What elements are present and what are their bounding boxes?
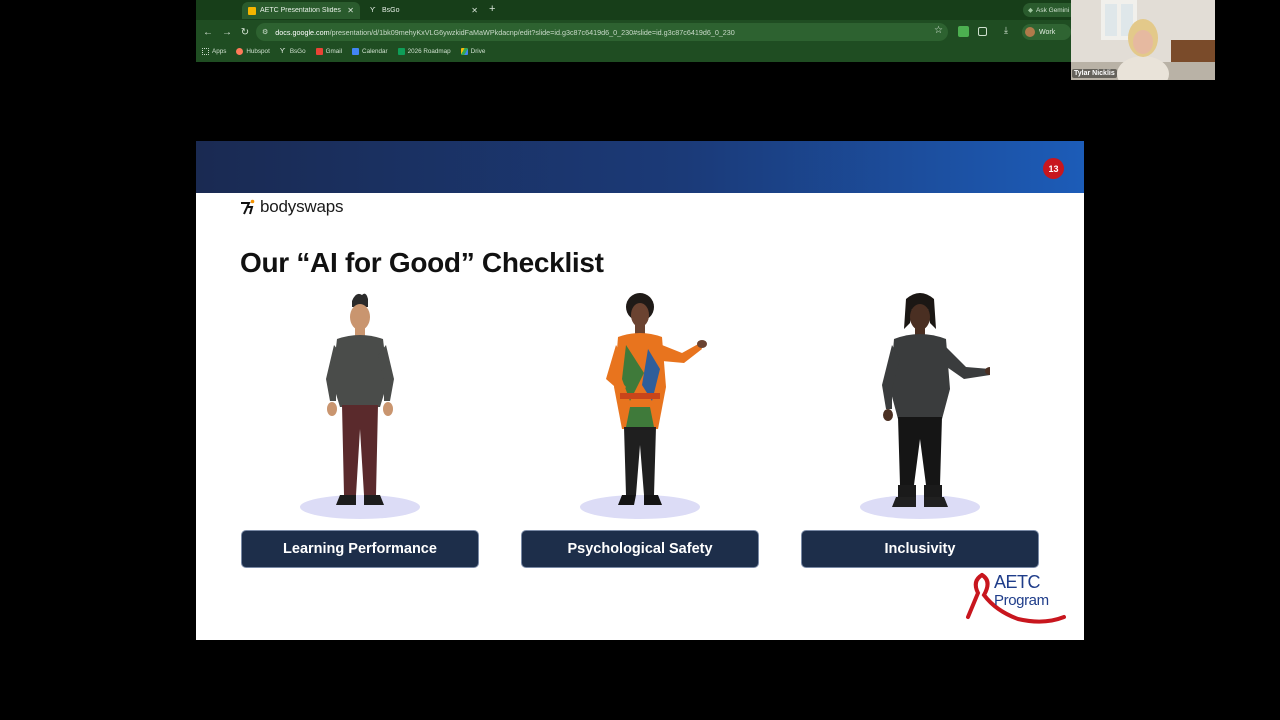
site-settings-icon[interactable]: ⚙ — [262, 28, 268, 36]
browser-toolbar: ← → ↻ ⚙ docs.google.com /presentation/d/… — [196, 20, 1071, 44]
bookmark-drive[interactable]: Drive — [460, 47, 486, 55]
forward-arrow-icon[interactable]: → — [220, 25, 234, 39]
bookmark-calendar[interactable]: Calendar — [352, 47, 388, 55]
bookmark-apps[interactable]: Apps — [202, 47, 227, 55]
address-bar[interactable]: ⚙ docs.google.com /presentation/d/1bk09m… — [256, 23, 948, 41]
avatar-man-dreadlocks — [850, 289, 995, 525]
bookmark-label: Apps — [212, 47, 227, 55]
participant-name: Tylar Nicklis — [1072, 69, 1117, 78]
slides-icon — [248, 6, 256, 15]
hubspot-icon — [236, 47, 244, 55]
screen: AETC Presentation Slides (NI ✕ ϒ BsGo ✕ … — [0, 0, 1280, 720]
drive-icon — [460, 47, 468, 55]
aetc-program-logo: AETC Program — [964, 571, 1068, 625]
sheets-icon — [397, 47, 405, 55]
avatar-man-grey-shirt — [290, 289, 430, 525]
bookmark-gmail[interactable]: Gmail — [315, 47, 343, 55]
tab-bsgo[interactable]: ϒ BsGo ✕ — [364, 2, 484, 19]
slide-header-banner — [196, 141, 1084, 193]
extension-icon[interactable] — [958, 26, 969, 37]
close-tab-icon[interactable]: ✕ — [471, 6, 478, 15]
pillar-learning-performance: Learning Performance — [241, 530, 479, 568]
bookmark-hubspot[interactable]: Hubspot — [236, 47, 270, 55]
extensions-puzzle-icon[interactable] — [978, 27, 987, 36]
url-path: /presentation/d/1bk09mehyKxVLG6ywzkidFaM… — [329, 27, 735, 37]
bookmark-label: Calendar — [362, 47, 388, 55]
avatar — [1025, 27, 1035, 37]
slide-title: Our “AI for Good” Checklist — [240, 247, 604, 278]
ask-gemini-label: Ask Gemini — [1036, 6, 1070, 14]
apps-grid-icon — [202, 47, 209, 55]
tab-presentation[interactable]: AETC Presentation Slides (NI ✕ — [242, 2, 360, 19]
bodyswaps-logo-icon — [241, 199, 255, 215]
brand-logo: bodyswaps — [240, 197, 343, 217]
gmail-icon — [315, 47, 323, 55]
bookmark-star-icon[interactable]: ☆ — [934, 25, 943, 36]
bookmark-label: 2026 Roadmap — [407, 47, 451, 55]
pillar-inclusivity: Inclusivity — [801, 530, 1039, 568]
browser-window: AETC Presentation Slides (NI ✕ ϒ BsGo ✕ … — [196, 0, 1071, 62]
logo-line-2: Program — [994, 592, 1049, 609]
bodyswaps-icon: ϒ — [279, 47, 286, 55]
participant-video-feed — [1071, 0, 1215, 80]
close-tab-icon[interactable]: ✕ — [347, 6, 354, 15]
profile-label: Work — [1039, 28, 1056, 36]
brand-name: bodyswaps — [260, 197, 344, 216]
logo-line-1: AETC — [994, 572, 1041, 592]
reload-icon[interactable]: ↻ — [238, 25, 252, 39]
bookmark-bsgo[interactable]: ϒ BsGo — [280, 48, 306, 55]
avatar-woman-patterned-top — [570, 289, 710, 525]
new-tab-button[interactable]: + — [489, 3, 495, 15]
pillar-psychological-safety: Psychological Safety — [521, 530, 759, 568]
tab-label: BsGo — [382, 7, 400, 14]
gemini-icon: ◆ — [1028, 7, 1033, 14]
ask-gemini-button[interactable]: ◆ Ask Gemini — [1023, 3, 1071, 17]
bookmark-label: BsGo — [289, 47, 306, 55]
tab-label: AETC Presentation Slides (NI — [260, 7, 344, 14]
bookmark-label: Gmail — [325, 47, 343, 55]
slide-number-badge: 13 — [1043, 158, 1064, 179]
back-arrow-icon[interactable]: ← — [201, 25, 215, 39]
bookmarks-bar: Apps Hubspot ϒ BsGo Gmail Calendar 2026 … — [196, 44, 1071, 58]
download-icon[interactable]: ⤓ — [1004, 25, 1008, 36]
bookmark-roadmap[interactable]: 2026 Roadmap — [397, 47, 451, 55]
url-host: docs.google.com — [275, 27, 330, 37]
profile-button[interactable]: Work — [1022, 24, 1071, 40]
bookmark-label: Drive — [470, 47, 486, 55]
tab-strip: AETC Presentation Slides (NI ✕ ϒ BsGo ✕ … — [196, 0, 1071, 20]
bodyswaps-icon: ϒ — [370, 6, 376, 14]
calendar-icon — [352, 47, 360, 55]
participant-video-tile[interactable]: Tylar Nicklis — [1071, 0, 1215, 80]
bookmark-label: Hubspot — [246, 47, 270, 55]
presentation-slide: 13 bodyswaps Our “AI for Good” Checklist — [196, 141, 1084, 640]
